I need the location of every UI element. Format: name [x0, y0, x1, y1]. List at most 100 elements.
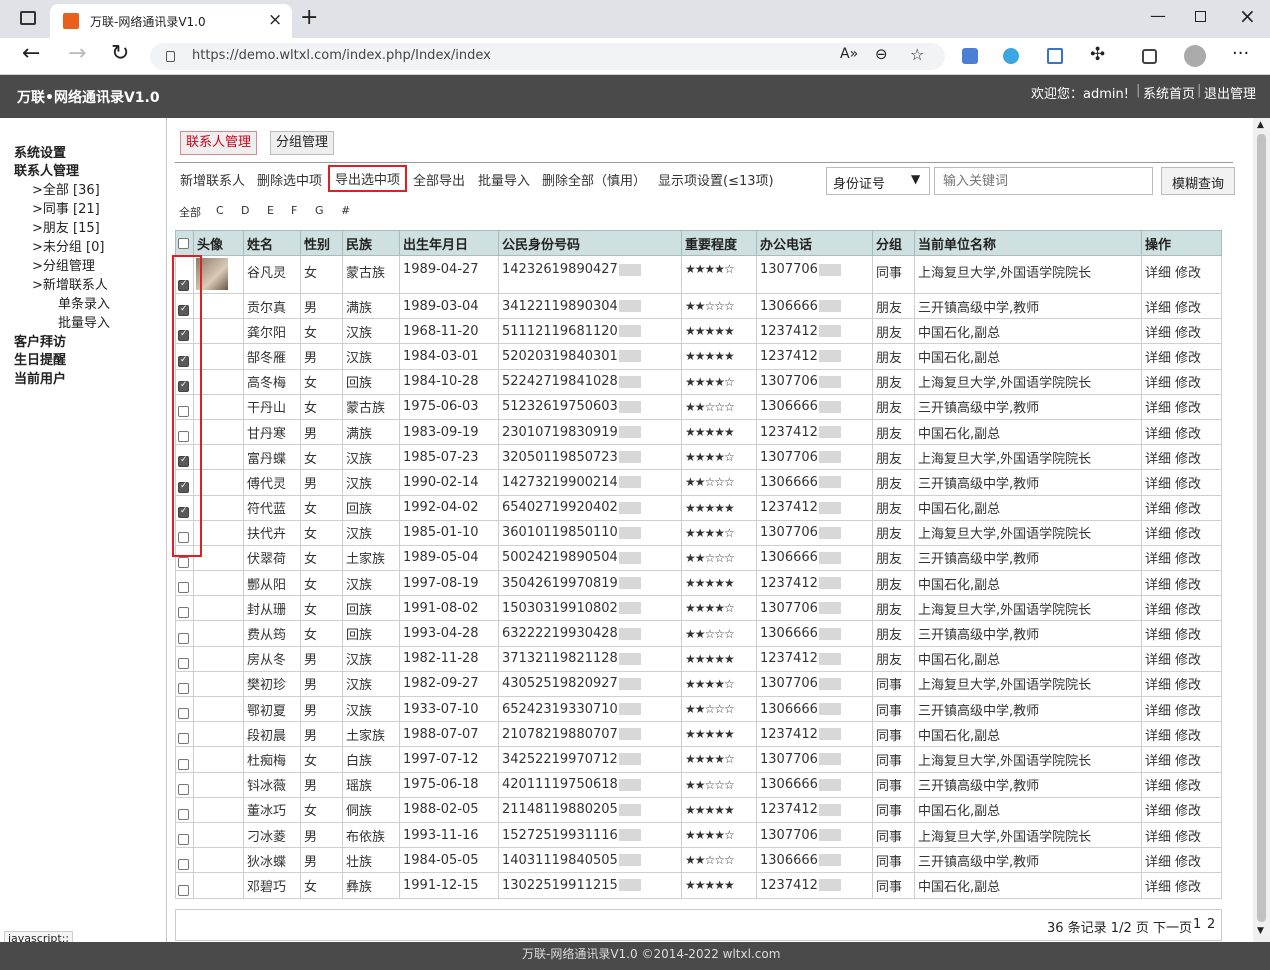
row-checkbox[interactable]	[178, 783, 189, 795]
row-checkbox[interactable]	[178, 808, 189, 820]
logout-link[interactable]: 退出管理	[1204, 83, 1256, 102]
detail-link[interactable]: 详细	[1145, 628, 1171, 643]
tab-contacts[interactable]: 联系人管理	[180, 131, 258, 155]
row-checkbox-cell[interactable]	[175, 847, 194, 874]
search-input[interactable]	[934, 167, 1153, 195]
edit-link[interactable]: 修改	[1175, 855, 1201, 870]
edit-link[interactable]: 修改	[1175, 628, 1201, 643]
detail-link[interactable]: 详细	[1145, 266, 1171, 281]
extension-icon[interactable]	[962, 48, 978, 64]
delete-all-button[interactable]: 删除全部（慎用）	[542, 170, 646, 189]
profile-avatar[interactable]	[1184, 45, 1206, 67]
row-checkbox-cell[interactable]	[175, 645, 194, 672]
favorite-icon[interactable]: ☆	[910, 45, 924, 64]
detail-link[interactable]: 详细	[1145, 552, 1171, 567]
edit-link[interactable]: 修改	[1175, 502, 1201, 517]
detail-link[interactable]: 详细	[1145, 855, 1171, 870]
new-tab-icon[interactable]: +	[300, 5, 318, 30]
detail-link[interactable]: 详细	[1145, 301, 1171, 316]
sidebar-item-birthday[interactable]: 生日提醒	[14, 349, 66, 368]
export-all-button[interactable]: 全部导出	[413, 170, 465, 189]
edit-link[interactable]: 修改	[1175, 779, 1201, 794]
display-settings-button[interactable]: 显示项设置(≤13项)	[658, 170, 774, 189]
scrollbar[interactable]: ▲ ▼	[1253, 118, 1270, 942]
detail-link[interactable]: 详细	[1145, 704, 1171, 719]
maximize-icon[interactable]	[1195, 11, 1206, 22]
letter-filter-d[interactable]: D	[241, 204, 249, 217]
batch-import-button[interactable]: 批量导入	[478, 170, 530, 189]
letter-filter-all[interactable]: 全部	[179, 204, 201, 220]
row-checkbox[interactable]	[178, 884, 189, 896]
detail-link[interactable]: 详细	[1145, 754, 1171, 769]
more-menu-icon[interactable]: ···	[1232, 43, 1249, 64]
row-checkbox-cell[interactable]	[175, 620, 194, 647]
home-link[interactable]: 系统首页	[1143, 83, 1195, 102]
back-icon[interactable]: ←	[22, 41, 40, 66]
letter-filter-other[interactable]: #	[341, 204, 350, 217]
edit-link[interactable]: 修改	[1175, 603, 1201, 618]
page-1-link[interactable]: 1	[1193, 917, 1201, 932]
forward-icon[interactable]: →	[68, 41, 86, 66]
calendar-icon[interactable]	[1047, 48, 1063, 64]
detail-link[interactable]: 详细	[1145, 729, 1171, 744]
letter-filter-f[interactable]: F	[291, 204, 297, 217]
edit-link[interactable]: 修改	[1175, 401, 1201, 416]
row-checkbox-cell[interactable]	[175, 746, 194, 773]
copilot-icon[interactable]	[1003, 48, 1019, 64]
sidebar-toggle-icon[interactable]	[20, 11, 36, 25]
select-all-checkbox[interactable]	[178, 237, 189, 249]
refresh-icon[interactable]: ↻	[111, 41, 129, 66]
detail-link[interactable]: 详细	[1145, 427, 1171, 442]
page-2-link[interactable]: 2	[1207, 917, 1215, 932]
row-checkbox-cell[interactable]	[175, 821, 194, 849]
detail-link[interactable]: 详细	[1145, 477, 1171, 492]
edit-link[interactable]: 修改	[1175, 552, 1201, 567]
detail-link[interactable]: 详细	[1145, 653, 1171, 668]
row-checkbox[interactable]	[178, 683, 189, 694]
edit-link[interactable]: 修改	[1175, 376, 1201, 391]
sidebar-item-batch-import[interactable]: 批量导入	[58, 312, 110, 331]
sidebar-item-friends[interactable]: >朋友 [15]	[32, 217, 100, 236]
detail-link[interactable]: 详细	[1145, 401, 1171, 416]
row-checkbox[interactable]	[178, 557, 189, 569]
sidebar-item-system-settings[interactable]: 系统设置	[14, 142, 66, 161]
row-checkbox[interactable]	[178, 758, 189, 770]
row-checkbox-cell[interactable]	[175, 670, 194, 698]
row-checkbox-cell[interactable]	[175, 872, 194, 899]
detail-link[interactable]: 详细	[1145, 880, 1171, 895]
row-checkbox-cell[interactable]	[175, 695, 194, 723]
row-checkbox-cell[interactable]	[175, 721, 194, 748]
letter-filter-g[interactable]: G	[315, 204, 324, 217]
sidebar-item-single-entry[interactable]: 单条录入	[58, 293, 110, 312]
row-checkbox[interactable]	[178, 607, 189, 619]
scroll-thumb[interactable]	[1257, 134, 1266, 922]
detail-link[interactable]: 详细	[1145, 452, 1171, 467]
row-checkbox[interactable]	[178, 733, 189, 745]
detail-link[interactable]: 详细	[1145, 830, 1171, 845]
sidebar-item-all[interactable]: >全部 [36]	[32, 179, 100, 198]
window-close-icon[interactable]: ×	[1239, 4, 1256, 28]
puzzle-icon[interactable]: ✣	[1090, 44, 1105, 65]
scroll-down-icon[interactable]: ▼	[1257, 926, 1264, 936]
edit-link[interactable]: 修改	[1175, 477, 1201, 492]
sidebar-item-colleagues[interactable]: >同事 [21]	[32, 198, 100, 217]
url-text[interactable]: https://demo.wltxl.com/index.php/Index/i…	[192, 48, 491, 63]
delete-selected-button[interactable]: 删除选中项	[257, 170, 322, 189]
edit-link[interactable]: 修改	[1175, 653, 1201, 668]
edit-link[interactable]: 修改	[1175, 301, 1201, 316]
export-selected-button[interactable]: 导出选中项	[328, 165, 408, 192]
edit-link[interactable]: 修改	[1175, 804, 1201, 819]
sidebar-item-new-contact[interactable]: >新增联系人	[32, 274, 108, 293]
row-checkbox[interactable]	[178, 582, 189, 594]
detail-link[interactable]: 详细	[1145, 527, 1171, 542]
detail-link[interactable]: 详细	[1145, 603, 1171, 618]
edit-link[interactable]: 修改	[1175, 452, 1201, 467]
row-checkbox[interactable]	[178, 834, 189, 846]
collections-icon[interactable]	[1142, 49, 1157, 64]
tab-groups[interactable]: 分组管理	[270, 131, 335, 155]
row-checkbox[interactable]	[178, 632, 189, 644]
detail-link[interactable]: 详细	[1145, 804, 1171, 819]
row-checkbox-cell[interactable]	[175, 796, 194, 823]
edit-link[interactable]: 修改	[1175, 754, 1201, 769]
detail-link[interactable]: 详细	[1145, 502, 1171, 517]
